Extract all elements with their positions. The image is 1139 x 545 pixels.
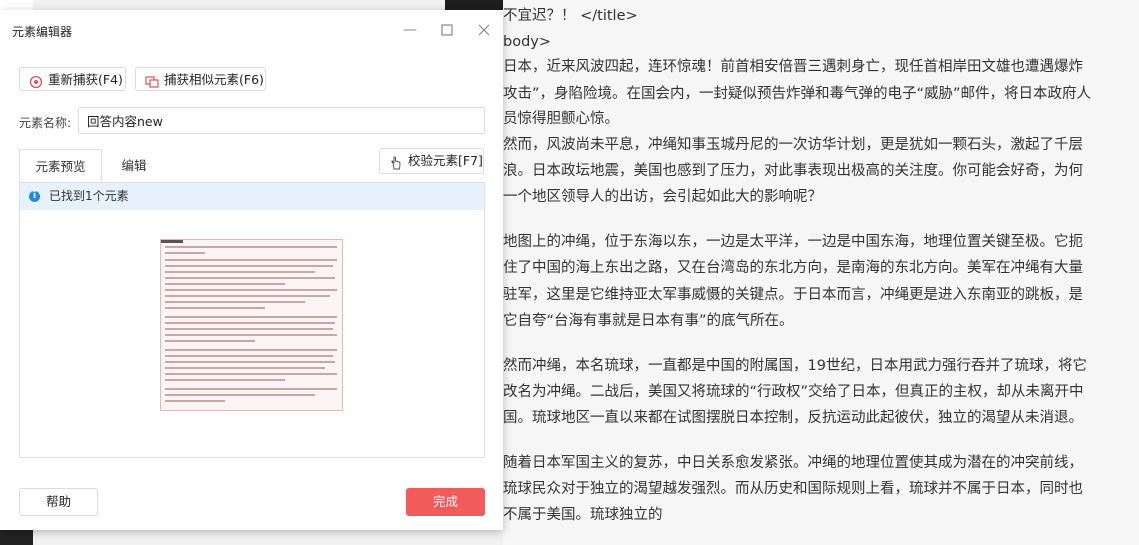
hand-pointer-icon <box>389 154 403 170</box>
preview-text-line <box>165 379 285 381</box>
preview-text-line <box>165 367 325 369</box>
preview-text-line <box>165 289 337 291</box>
dialog-titlebar[interactable]: 元素编辑器 — <box>0 10 503 52</box>
editor-line: body> <box>503 34 552 50</box>
editor-line: 琉球民众对于独立的渴望越发强烈。而从历史和国际规则上看，琉球并不属于日本，同时也 <box>503 481 1083 497</box>
capture-similar-label: 捕获相似元素(F6) <box>164 72 264 87</box>
editor-line: 一个地区领导人的出访，会引起如此大的影响呢？ <box>503 189 822 205</box>
preview-text-line <box>165 322 335 324</box>
capture-similar-icon <box>145 73 159 88</box>
editor-line: 不宜迟？！ </title> <box>503 8 638 24</box>
preview-text-line <box>165 361 335 363</box>
editor-line: 它自夸“台海有事就是日本有事”的底气所在。 <box>503 313 794 329</box>
preview-text-line <box>165 246 337 248</box>
preview-text-line <box>165 252 205 254</box>
background-text-editor[interactable]: 不宜迟？！ </title> body> 日本，近来风波四起，连环惊魂！前首相安… <box>503 0 1139 545</box>
background-top-dark-area <box>445 0 503 10</box>
preview-text-line <box>165 334 337 336</box>
dialog-title: 元素编辑器 <box>12 25 73 39</box>
preview-text-line <box>165 265 333 267</box>
found-info-bar: i 已找到1个元素 <box>20 183 484 210</box>
editor-line: 员惊得胆颤心惊。 <box>503 111 619 127</box>
recapture-icon <box>29 73 43 89</box>
editor-line: 改名为冲绳。二战后，美国又将琉球的“行政权”交给了日本，但真正的主权，却从未离开… <box>503 384 1084 400</box>
editor-line: 日本，近来风波四起，连环惊魂！前首相安倍晋三遇刺身亡，现任首相岸田文雄也遭遇爆炸 <box>503 59 1083 75</box>
editor-line: 攻击”，身陷险境。在国会内，一封疑似预告炸弹和毒气弹的电子“威胁”邮件，将日本政… <box>503 86 1092 102</box>
element-name-input[interactable] <box>78 107 485 134</box>
preview-text-line <box>165 340 255 342</box>
preview-text-line <box>165 355 333 357</box>
editor-line: 然而冲绳，本名琉球，一直都是中国的附属国，19世纪，日本用武力强行吞并了琉球，将… <box>503 358 1087 374</box>
editor-line: 国。琉球地区一直以来都在试图摆脱日本控制，反抗运动此起彼伏，独立的渴望从未消退。 <box>503 410 1083 426</box>
preview-text-line <box>165 301 305 303</box>
editor-line: 不属于美国。琉球独立的 <box>503 507 663 523</box>
preview-text-line <box>165 271 315 273</box>
editor-line: 随着日本军国主义的复苏，中日关系愈发紧张。冲绳的地理位置使其成为潜在的冲突前线， <box>503 455 1083 471</box>
editor-line: 地图上的冲绳，位于东海以东，一边是太平洋，一边是中国东海，地理位置关键至极。它扼 <box>503 234 1083 250</box>
recapture-button[interactable]: 重新捕获(F4) <box>19 67 126 91</box>
element-preview-thumbnail <box>160 239 343 411</box>
help-button[interactable]: 帮助 <box>19 488 98 516</box>
maximize-icon[interactable] <box>439 22 455 38</box>
preview-text-line <box>165 295 330 297</box>
preview-text-line <box>165 373 337 375</box>
preview-text-line <box>165 328 333 330</box>
element-name-label: 元素名称: <box>19 116 72 130</box>
done-button[interactable]: 完成 <box>406 488 485 516</box>
preview-text-line <box>165 400 225 402</box>
preview-text-line <box>165 349 337 351</box>
element-editor-dialog: 元素编辑器 — 重新捕获(F4) 捕获相似元素(F6) 元素名称: 元素预览 编… <box>0 10 503 530</box>
preview-text-line <box>165 394 315 396</box>
editor-line: 然而，风波尚未平息，冲绳知事玉城丹尼的一次访华计划，更是犹如一颗石头，激起了千层 <box>503 137 1083 153</box>
editor-line: 驻军，这里是它维持亚太军事威慑的关键点。于日本而言，冲绳更是进入东南亚的跳板，是 <box>503 287 1083 303</box>
validate-element-button[interactable]: 校验元素[F7] <box>379 148 484 174</box>
minimize-icon[interactable]: — <box>402 22 418 38</box>
preview-text-line <box>165 388 337 390</box>
tab-edit[interactable]: 编辑 <box>104 149 164 182</box>
preview-text-line <box>165 307 265 309</box>
preview-text-line <box>165 283 285 285</box>
preview-text-line <box>165 277 335 279</box>
capture-similar-button[interactable]: 捕获相似元素(F6) <box>135 67 266 91</box>
preview-text-line <box>165 316 337 318</box>
tab-element-preview[interactable]: 元素预览 <box>19 149 102 182</box>
editor-line: 浪。日本政坛地震，美国也感到了压力，对此事表现出极高的关注度。你可能会好奇，为何 <box>503 163 1083 179</box>
editor-line: 住了中国的海上东出之路，又在台湾岛的东北方向，是南海的东北方向。美军在冲绳有大量 <box>503 260 1083 276</box>
info-icon: i <box>29 191 40 202</box>
preview-header-bar <box>161 240 183 243</box>
found-count-text: 已找到1个元素 <box>49 189 129 203</box>
preview-text-line <box>165 259 337 261</box>
close-icon[interactable] <box>476 22 492 38</box>
element-preview-panel: i 已找到1个元素 <box>19 182 485 458</box>
recapture-label: 重新捕获(F4) <box>48 72 123 87</box>
validate-element-label: 校验元素[F7] <box>408 153 483 168</box>
